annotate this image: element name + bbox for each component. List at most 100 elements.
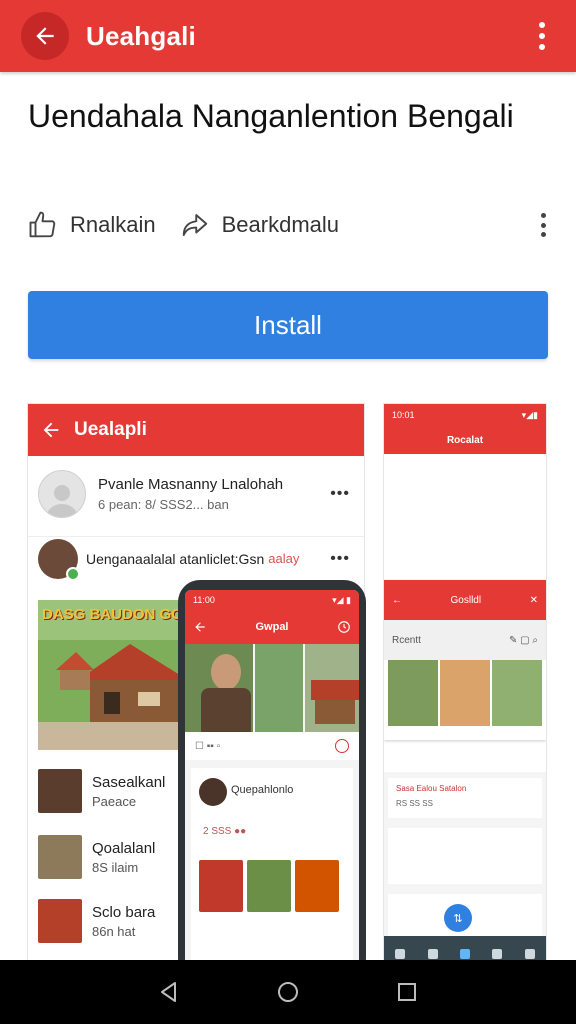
phone-screen: 11:00 ▾◢ ▮ Gwpal ☐ ▪▪ ▫ Quepahlonlo 2 SS…	[185, 590, 359, 960]
phone-status-bar: 11:00 ▾◢ ▮	[185, 590, 359, 610]
dot-icon	[540, 232, 546, 237]
action-row: Rnalkain Bearkdmalu	[28, 205, 558, 245]
phone-title: Gwpal	[255, 621, 289, 633]
post-meta: 6 pean: 8/ SSS2... ban	[98, 497, 229, 512]
panel-tools-label: Rcentt	[392, 634, 421, 646]
arrow-left-icon	[36, 27, 54, 45]
phone-meta-icon: ☐ ▪▪ ▫	[195, 740, 221, 752]
list-item-title: Qoalalanl	[92, 839, 156, 857]
fab-button: ⇅	[444, 904, 472, 932]
dot-icon	[539, 22, 545, 28]
content-card	[388, 828, 542, 884]
list-item[interactable]: Sasealkanl Paeace	[38, 768, 198, 814]
screenshot-gallery[interactable]: Uealapli Pvanle Masnanny Lnalohah 6 pean…	[0, 390, 576, 960]
panel-title: Goslldl	[450, 594, 482, 606]
phone-card-sub: 2 SSS ●●	[203, 826, 247, 837]
list-item-sub: Paeace	[92, 793, 137, 809]
more-icon: •••	[330, 549, 350, 567]
tool-icons: ✎ ▢ ⌕	[509, 634, 538, 646]
thumbs-up-icon	[29, 211, 56, 238]
record-icon	[335, 739, 349, 753]
more-icon: •••	[330, 485, 350, 502]
nav-icon	[427, 949, 438, 959]
avatar	[199, 778, 227, 806]
nav-icon	[395, 949, 406, 959]
back-button[interactable]	[21, 12, 69, 60]
phone-status-icons: ▾◢ ▮	[332, 594, 351, 605]
nav-recents-icon[interactable]	[395, 980, 419, 1004]
bottom-nav	[384, 936, 546, 960]
like-button[interactable]: Rnalkain	[28, 210, 156, 240]
share-label: Bearkdmalu	[221, 212, 339, 237]
install-button[interactable]: Install	[28, 291, 548, 359]
thumbnail	[38, 899, 82, 943]
phone-meta-row: ☐ ▪▪ ▫	[185, 732, 359, 760]
nav-icon	[492, 949, 503, 959]
photo	[388, 660, 438, 726]
post-header: Pvanle Masnanny Lnalohah 6 pean: 8/ SSS2…	[28, 466, 364, 522]
share-button[interactable]: Bearkdmalu	[180, 210, 339, 240]
avatar	[38, 470, 86, 518]
like-label: Rnalkain	[70, 212, 156, 237]
meta-line-1: Sasa Ealou Satalon	[396, 784, 467, 793]
dot-icon	[540, 213, 546, 218]
nav-back-icon[interactable]	[157, 980, 181, 1004]
thumbnail	[38, 835, 82, 879]
clock-icon	[338, 621, 350, 633]
list-item-title: Sasealkanl	[92, 773, 166, 791]
thumbnail	[295, 860, 339, 912]
meta-line-2: RS SS SS	[396, 799, 433, 808]
phone-card-name: Quepahlonlo	[231, 784, 294, 796]
panel-photos	[384, 660, 546, 726]
screenshot-title: Uealapli	[74, 419, 147, 440]
list-item-sub: 86n hat	[92, 923, 136, 939]
list-item[interactable]: Sclo bara 86n hat	[38, 898, 198, 944]
share-icon	[182, 214, 207, 236]
screenshot-2[interactable]: 10:01 ▾◢▮ Rocalat ← Goslldl ✕ Rcentt ✎ ▢…	[384, 404, 546, 960]
screenshot-appbar: Rocalat	[384, 426, 546, 454]
photo	[440, 660, 490, 726]
system-navigation-bar	[0, 960, 576, 1024]
thumbnail	[199, 860, 243, 912]
screenshot-panel: ← Goslldl ✕ Rcentt ✎ ▢ ⌕	[384, 580, 546, 740]
app-detail-screen: Ueahgali Uendahala Nanganlention Bengali…	[0, 0, 576, 1024]
photo-person	[185, 644, 253, 732]
photo	[492, 660, 542, 726]
top-app-bar: Ueahgali	[0, 0, 576, 72]
meta-card: Sasa Ealou Satalon RS SS SS	[388, 778, 542, 818]
panel-toolbar: Rcentt ✎ ▢ ⌕	[384, 620, 546, 660]
nav-icon	[524, 949, 535, 959]
page-title: Uendahala Nanganlention Bengali	[28, 98, 514, 134]
post-author: Pvanle Masnanny Lnalohah	[98, 476, 284, 493]
screenshot-status-time: 10:01	[392, 410, 415, 420]
phone-card: Quepahlonlo 2 SSS ●●	[191, 768, 353, 960]
phone-status-time: 11:00	[193, 595, 215, 605]
list-item-title: Sclo bara	[92, 903, 156, 921]
panel-appbar: ← Goslldl ✕	[384, 580, 546, 620]
phone-mockup: 11:00 ▾◢ ▮ Gwpal ☐ ▪▪ ▫ Quepahlonlo 2 SS…	[178, 580, 366, 960]
signal-icon: ▾◢▮	[521, 409, 538, 420]
list-item-sub: 8S ilaim	[92, 859, 139, 875]
nav-icon	[459, 949, 470, 959]
appbar-title: Ueahgali	[86, 20, 196, 51]
dot-icon	[540, 222, 546, 228]
dot-icon	[539, 33, 545, 39]
arrow-left-icon	[43, 422, 59, 438]
screenshot-title: Rocalat	[446, 434, 484, 446]
screenshot-appbar: Uealapli	[28, 404, 364, 456]
phone-appbar: Gwpal	[185, 610, 359, 644]
phone-card-thumbs	[199, 860, 339, 912]
close-icon: ✕	[529, 594, 538, 606]
more-options-button[interactable]	[538, 213, 548, 237]
screenshot-status-bar: 10:01 ▾◢▮	[384, 404, 546, 426]
nav-home-icon[interactable]	[276, 980, 300, 1004]
overflow-menu-button[interactable]	[530, 20, 554, 52]
list-item[interactable]: Qoalalanl 8S ilaim	[38, 834, 198, 880]
avatar	[38, 538, 80, 581]
post-text: Uenganaalalal atanliclet:Gsn	[86, 550, 265, 567]
screenshot-lower-content: Sasa Ealou Satalon RS SS SS ⇅	[384, 772, 546, 960]
phone-photo-strip	[185, 644, 359, 732]
thumbnail	[247, 860, 291, 912]
online-badge-icon	[66, 566, 80, 581]
post-row: Uenganaalalal atanliclet:Gsn aalay •••	[28, 536, 364, 581]
